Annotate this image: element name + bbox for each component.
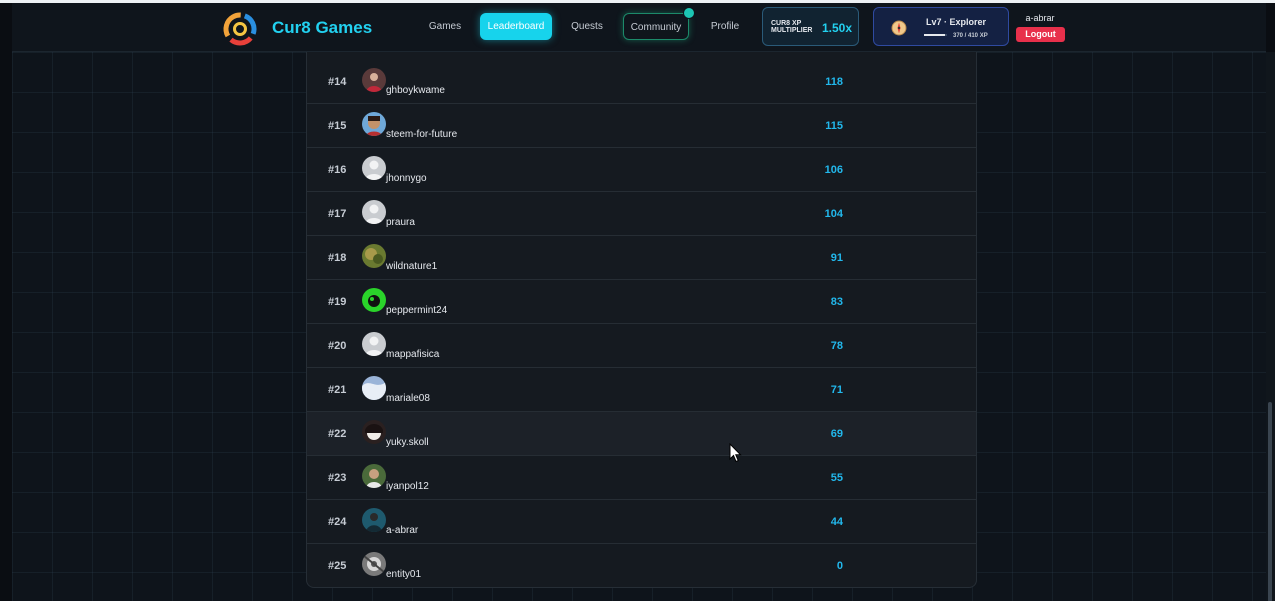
rank-label: #18: [328, 252, 347, 264]
avatar[interactable]: [362, 68, 386, 92]
level-title: Lv7 · Explorer: [926, 17, 987, 27]
rank-label: #21: [328, 384, 347, 396]
avatar[interactable]: [362, 376, 386, 400]
table-row[interactable]: #19 peppermint24 83: [307, 280, 976, 324]
multiplier-value: 1.50x: [822, 21, 853, 35]
xp-progress-text: 370 / 410 XP: [953, 33, 988, 39]
table-row[interactable]: #20 mappafisica 78: [307, 324, 976, 368]
rank-label: #14: [328, 76, 347, 88]
username-link[interactable]: a-abrar: [386, 525, 418, 536]
avatar[interactable]: [362, 112, 386, 136]
multiplier-label: CUR8 XP MULTIPLIER: [771, 20, 813, 34]
username-link[interactable]: peppermint24: [386, 305, 447, 316]
rank-label: #23: [328, 472, 347, 484]
xp-value: 83: [830, 296, 843, 308]
table-row[interactable]: #17 praura 104: [307, 192, 976, 236]
cur8-logo-icon[interactable]: [222, 11, 258, 47]
avatar[interactable]: [362, 156, 386, 180]
xp-progress-fill: [924, 34, 945, 36]
xp-value: 78: [830, 340, 843, 352]
nav-games[interactable]: Games: [426, 13, 464, 40]
rank-label: #17: [328, 208, 347, 220]
leaderboard-table: #14 ghboykwame 118 #15 steem-for-future 115 #1…: [306, 52, 977, 588]
username-link[interactable]: iyanpol12: [386, 481, 429, 492]
top-navbar: Cur8 Games Games Leaderboard Quests Comm…: [12, 3, 1266, 52]
xp-value: 106: [824, 164, 843, 176]
scrollbar[interactable]: [1266, 52, 1275, 601]
username: a-abrar: [1025, 13, 1055, 23]
table-row[interactable]: #24 a-abrar 44: [307, 500, 976, 544]
xp-progress-bar: [924, 34, 947, 36]
username-link[interactable]: wildnature1: [386, 261, 437, 272]
nav-community[interactable]: Community: [623, 13, 689, 40]
rank-label: #24: [328, 516, 347, 528]
xp-value: 91: [830, 252, 843, 264]
avatar[interactable]: [362, 464, 386, 488]
xp-multiplier-badge: CUR8 XP MULTIPLIER 1.50x: [762, 7, 859, 46]
nav-profile[interactable]: Profile: [708, 13, 742, 40]
level-card[interactable]: Lv7 · Explorer 370 / 410 XP: [873, 7, 1009, 46]
table-row[interactable]: #15 steem-for-future 115: [307, 104, 976, 148]
xp-value: 0: [836, 560, 843, 572]
username-link[interactable]: jhonnygo: [386, 173, 427, 184]
username-link[interactable]: ghboykwame: [386, 85, 445, 96]
table-row[interactable]: #18 wildnature1 91: [307, 236, 976, 280]
xp-value: 44: [830, 516, 843, 528]
rank-label: #19: [328, 296, 347, 308]
avatar[interactable]: [362, 420, 386, 444]
table-row[interactable]: #22 yuky.skoll 69: [307, 412, 976, 456]
username-link[interactable]: praura: [386, 217, 415, 228]
xp-value: 55: [830, 472, 843, 484]
mouse-cursor-icon: [729, 442, 743, 463]
rank-label: #20: [328, 340, 347, 352]
brand-title[interactable]: Cur8 Games: [272, 18, 372, 38]
username-link[interactable]: steem-for-future: [386, 129, 457, 140]
table-row[interactable]: #23 iyanpol12 55: [307, 456, 976, 500]
community-notification-dot: [683, 7, 695, 19]
username-link[interactable]: yuky.skoll: [386, 437, 429, 448]
avatar[interactable]: [362, 508, 386, 532]
table-row[interactable]: #25 entity01 0: [307, 544, 976, 587]
table-row[interactable]: #16 jhonnygo 106: [307, 148, 976, 192]
xp-value: 118: [825, 76, 843, 88]
username-link[interactable]: mariale08: [386, 393, 430, 404]
username-link[interactable]: mappafisica: [386, 349, 439, 360]
scrollbar-thumb[interactable]: [1268, 402, 1272, 601]
avatar[interactable]: [362, 200, 386, 224]
nav-quests[interactable]: Quests: [569, 13, 605, 40]
logout-button[interactable]: Logout: [1016, 27, 1065, 42]
rank-label: #25: [328, 560, 347, 572]
avatar[interactable]: [362, 288, 386, 312]
rank-label: #15: [328, 120, 347, 132]
xp-value: 104: [824, 208, 843, 220]
rank-label: #16: [328, 164, 347, 176]
rank-label: #22: [328, 428, 347, 440]
avatar[interactable]: [362, 332, 386, 356]
table-row[interactable]: #14 ghboykwame 118: [307, 60, 976, 104]
xp-value: 71: [830, 384, 843, 396]
avatar[interactable]: [362, 244, 386, 268]
xp-value: 69: [830, 428, 843, 440]
table-row[interactable]: #21 mariale08 71: [307, 368, 976, 412]
username-link[interactable]: entity01: [386, 569, 421, 580]
compass-icon: [891, 20, 907, 36]
nav-leaderboard[interactable]: Leaderboard: [480, 13, 552, 40]
avatar[interactable]: [362, 552, 386, 576]
xp-value: 115: [825, 120, 843, 132]
